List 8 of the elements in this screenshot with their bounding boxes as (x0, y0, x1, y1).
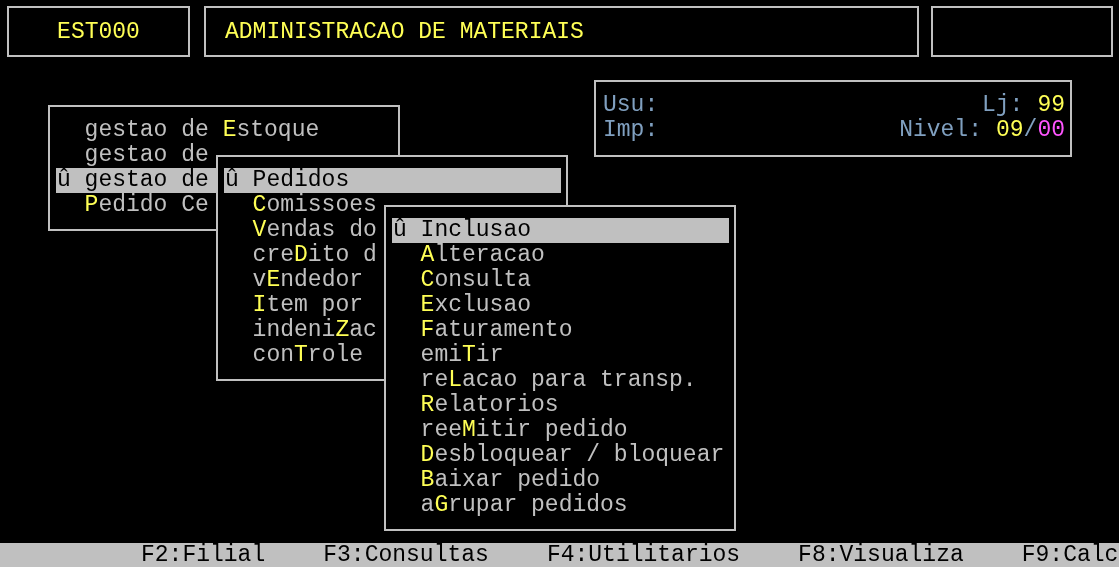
program-code: EST000 (57, 18, 140, 45)
user-label: Usu: (603, 93, 659, 118)
store-label: Lj: (981, 93, 1024, 118)
printer-label: Imp: (603, 118, 659, 143)
level-value: 09/00 (995, 118, 1065, 143)
store-value: 99 (1037, 93, 1065, 118)
screen-title: ADMINISTRACAO DE MATERIAIS (225, 18, 584, 45)
level-label: Nivel: (899, 118, 982, 143)
